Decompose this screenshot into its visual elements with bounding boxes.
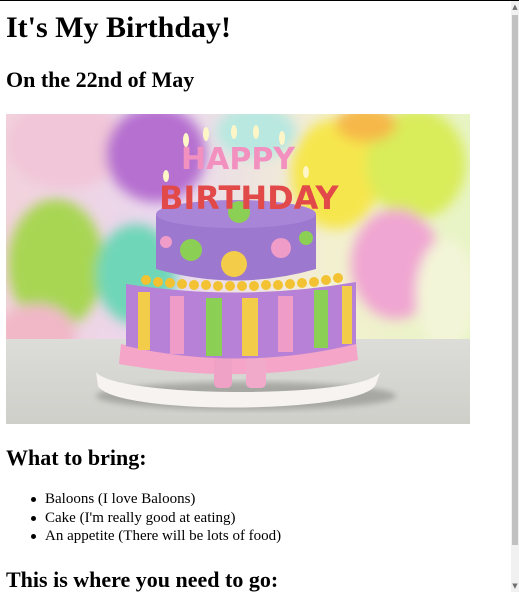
vertical-scrollbar[interactable]: ▲ ▼ [511, 1, 519, 592]
birthday-cake-photo: HAPPY BIRTHDAY [6, 114, 470, 424]
window-top-border [0, 0, 519, 1]
candle-letters-happy: HAPPY [181, 142, 296, 177]
bring-list: Baloons (I love Baloons) Cake (I'm reall… [6, 490, 281, 546]
bring-heading: What to bring: [6, 445, 147, 470]
candle-letters-birthday: BIRTHDAY [159, 179, 339, 217]
page-title: It's My Birthday! [6, 11, 231, 44]
list-item: Cake (I'm really good at eating) [6, 509, 281, 528]
arrow-down-icon[interactable]: ▼ [511, 580, 519, 592]
scrollbar-thumb[interactable] [512, 15, 518, 545]
arrow-up-icon[interactable]: ▲ [511, 1, 519, 13]
page-subtitle: On the 22nd of May [6, 67, 195, 92]
list-item: An appetite (There will be lots of food) [6, 527, 281, 546]
list-item: Baloons (I love Baloons) [6, 490, 281, 509]
directions-heading: This is where you need to go: [6, 567, 279, 592]
